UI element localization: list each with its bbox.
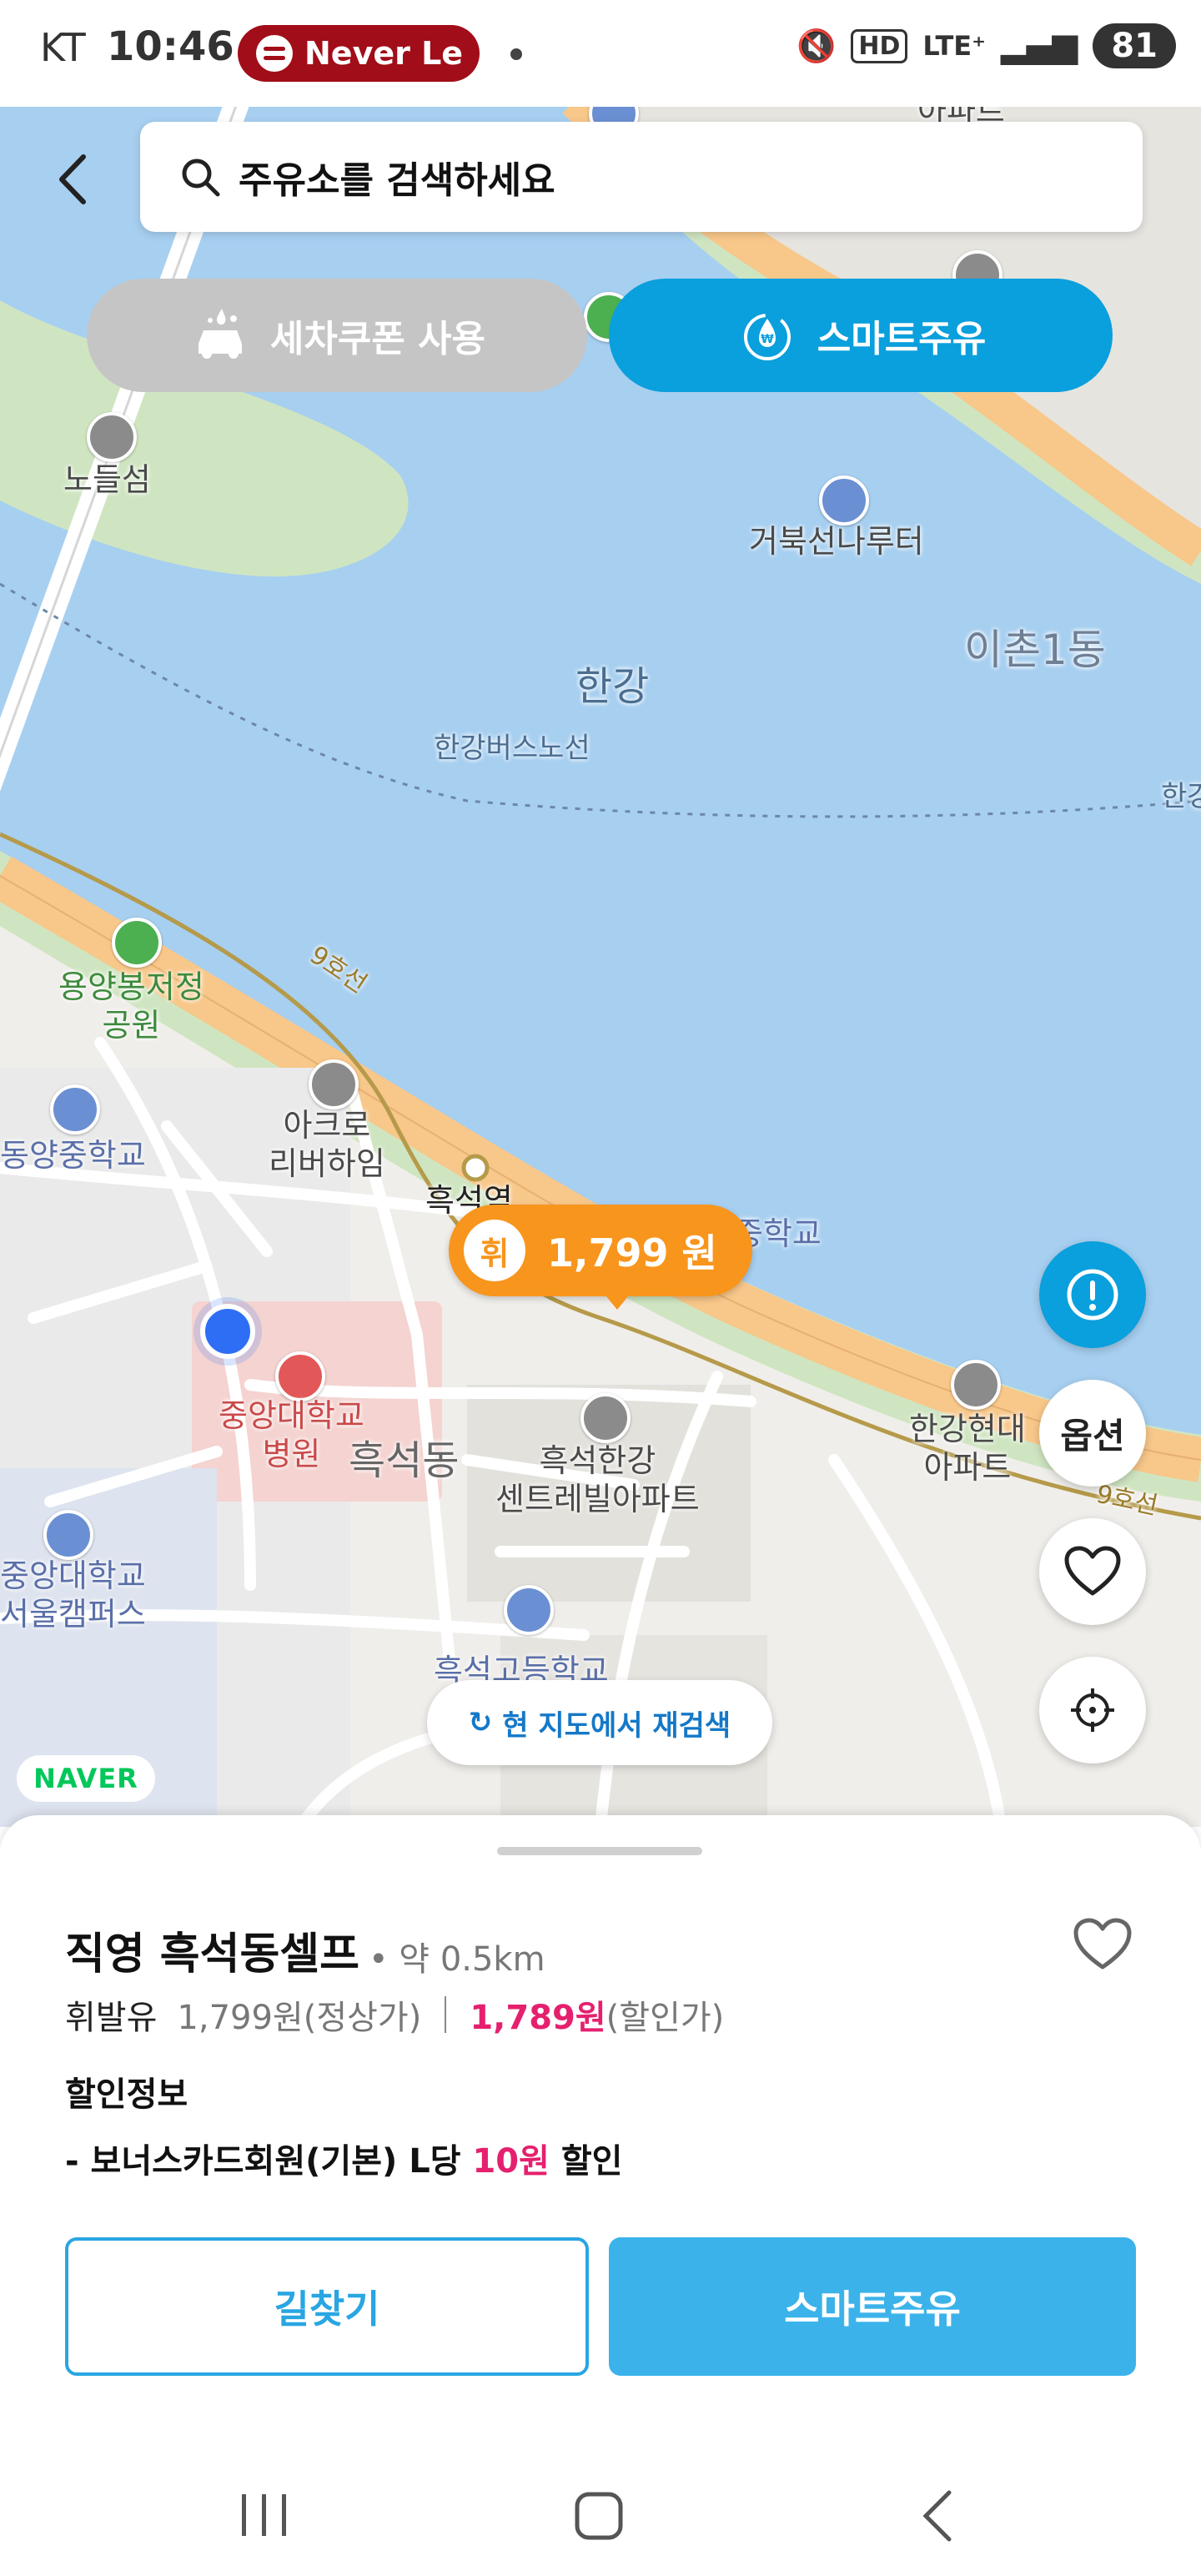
crosshair-icon (1071, 1688, 1114, 1732)
map-label: 용양봉저정 공원 (58, 969, 204, 1044)
search-bar[interactable]: 주유소를 검색하세요 (140, 122, 1143, 232)
map-label: 한강현대 아파트 (909, 1411, 1026, 1486)
map-label: 이촌1동 (964, 626, 1106, 674)
system-back-icon[interactable] (922, 2490, 952, 2542)
school-icon (43, 1510, 93, 1560)
map-label: 중앙대학교 병원 (219, 1397, 364, 1472)
park-icon (112, 918, 162, 968)
map-label: 한강 (1161, 780, 1201, 813)
regular-price: 1,799원(정상가) (177, 1999, 422, 2037)
map-label: 한강버스노선 (434, 732, 590, 765)
gas-price-marker[interactable]: 휘 1,799 원 (449, 1205, 752, 1296)
media-title: Never Le (304, 35, 464, 72)
favorites-button[interactable] (1039, 1518, 1146, 1625)
mute-icon: 🔇 (796, 27, 837, 64)
map-label: 흑석한강 센트레빌아파트 (495, 1442, 700, 1517)
rescan-label: 현 지도에서 재검색 (502, 1708, 731, 1743)
discount-price-suffix: (할인가) (606, 1999, 725, 2037)
options-button[interactable]: 옵션 (1039, 1380, 1146, 1487)
signal-icon: ▂▄▆ (1001, 27, 1078, 65)
network-type: LTE⁺ (922, 30, 987, 62)
battery-level: 81 (1093, 23, 1176, 68)
carrier-label: KT (40, 25, 86, 70)
status-bar: KT 10:46 Never Le 🔇 HD LTE⁺ ▂▄▆ 81 (0, 0, 1201, 107)
rescan-map-button[interactable]: ↻ 현 지도에서 재검색 (427, 1680, 772, 1765)
car-wash-icon (198, 309, 242, 359)
map-label: 흑석동 (349, 1437, 460, 1484)
map-label: 아크로 리버하임 (269, 1107, 385, 1182)
apartment-icon (951, 1360, 1001, 1410)
car-wash-coupon-label: 세차쿠폰 사용 (269, 318, 486, 360)
apartment-icon (580, 1393, 631, 1443)
map-label: 중앙대학교 서울캠퍼스 (0, 1557, 146, 1633)
hospital-icon (275, 1351, 325, 1401)
discount-info-line: - 보너스카드회원(기본) L당 10원 할인 (65, 2134, 622, 2182)
smart-fueling-action-button[interactable]: 스마트주유 (609, 2237, 1136, 2376)
school-icon (504, 1585, 554, 1635)
map-label: 동양중학교 (0, 1137, 146, 1174)
current-location-dot (200, 1304, 255, 1359)
media-playing-chip[interactable]: Never Le (238, 25, 480, 82)
discount-info-title: 할인정보 (65, 2075, 188, 2114)
map-label: 거북선나루터 (749, 523, 924, 560)
system-navigation-bar (242, 2490, 952, 2542)
hd-voice-icon: HD (851, 28, 908, 63)
status-icons: 🔇 HD LTE⁺ ▂▄▆ 81 (796, 23, 1176, 68)
discount-condition: - 보너스카드회원(기본) L당 (65, 2142, 473, 2181)
search-placeholder: 주유소를 검색하세요 (239, 159, 555, 202)
fuel-price-row: 휘발유 1,799원(정상가) 1,789원 (할인가) (65, 1990, 724, 2039)
recent-apps-icon[interactable] (242, 2494, 286, 2536)
favorite-heart-icon[interactable] (1073, 1917, 1133, 1972)
ferry-icon (819, 475, 869, 526)
back-arrow-icon[interactable] (48, 150, 98, 209)
smart-fueling-label: 스마트주유 (817, 318, 987, 360)
station-name: 직영 흑석동셀프 (65, 1929, 359, 1980)
naver-logo: NAVER (17, 1755, 155, 1802)
marker-price: 1,799 원 (547, 1230, 717, 1275)
discount-price: 1,789원 (470, 1999, 606, 2037)
exclamation-icon (1067, 1269, 1118, 1321)
fuel-type-badge: 휘 (464, 1220, 525, 1281)
smart-fueling-button[interactable]: ₩ 스마트주유 (609, 279, 1113, 392)
landmark-icon (87, 412, 137, 462)
notice-button[interactable] (1039, 1241, 1146, 1348)
sheet-drag-handle[interactable] (497, 1847, 702, 1855)
clock: 10:46 (107, 23, 234, 70)
map-label: 노들섬 (63, 461, 151, 498)
map-label: 한강 (575, 663, 650, 710)
my-location-button[interactable] (1039, 1657, 1146, 1763)
car-wash-coupon-button[interactable]: 세차쿠폰 사용 (87, 279, 587, 392)
directions-button[interactable]: 길찾기 (65, 2237, 589, 2376)
notification-dot-icon (510, 48, 522, 60)
heart-icon (1064, 1546, 1121, 1596)
apartment-icon (309, 1059, 359, 1109)
search-icon (182, 158, 220, 197)
home-icon[interactable] (575, 2492, 623, 2540)
marker-pointer (602, 1291, 632, 1310)
discount-amount: 10원 (472, 2142, 550, 2181)
refresh-icon: ↻ (468, 1706, 493, 1739)
fuel-type: 휘발유 (65, 1999, 158, 2037)
school-icon (50, 1084, 100, 1135)
smart-fueling-icon: ₩ (743, 314, 791, 360)
station-distance: • 약 0.5km (369, 1940, 545, 1979)
discount-tail: 할인 (549, 2142, 623, 2181)
svg-text:₩: ₩ (761, 333, 774, 346)
divider (445, 1996, 447, 2033)
spotify-icon (256, 35, 293, 72)
